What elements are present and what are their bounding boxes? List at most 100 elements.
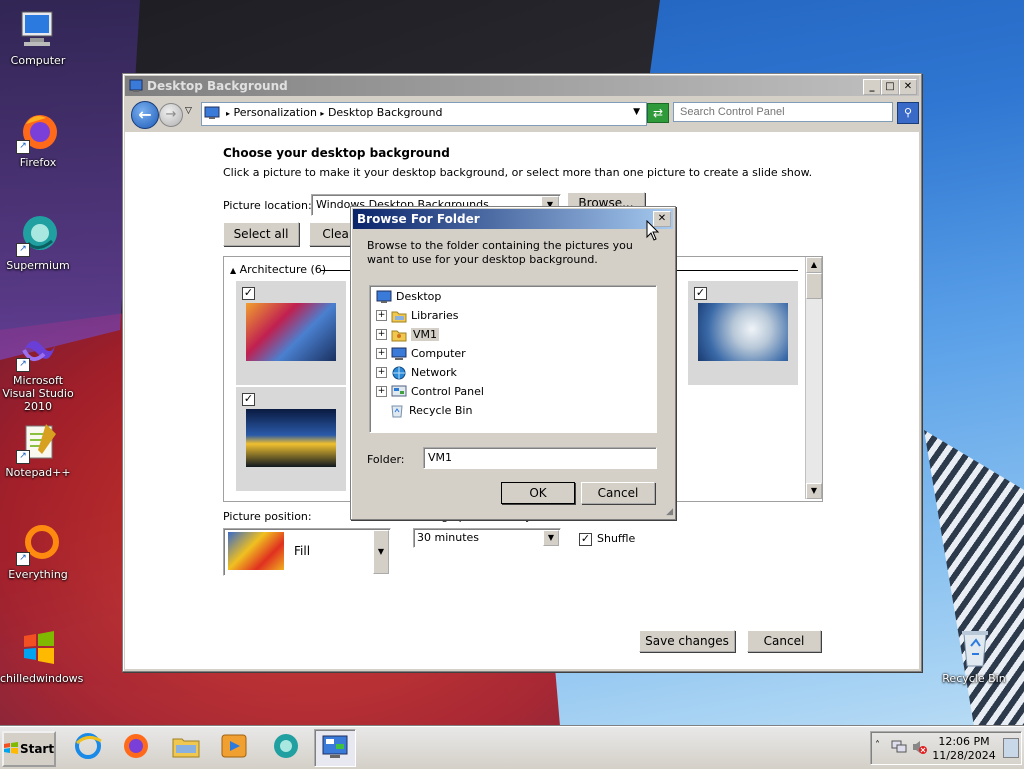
address-bar[interactable]: ▸ Personalization ▸ Desktop Background ▼ — [201, 102, 647, 126]
recycle-bin-icon — [952, 626, 996, 670]
dialog-cancel-button[interactable]: Cancel — [581, 482, 655, 504]
control-panel-icon — [320, 732, 350, 765]
shuffle-label[interactable]: Shuffle — [597, 532, 635, 545]
save-changes-button[interactable]: Save changes — [639, 630, 735, 652]
desktop-icon-firefox[interactable]: ↗ Firefox — [0, 110, 76, 169]
system-tray: ˄ 12:06 PM 11/28/2024 — [870, 731, 1022, 765]
desktop-icon-notepadpp[interactable]: ↗ Notepad++ — [0, 420, 76, 479]
desktop-icon-everything[interactable]: ↗ Everything — [0, 522, 76, 581]
taskbar-control-panel[interactable] — [314, 729, 356, 767]
desktop-icon-recycle-bin[interactable]: Recycle Bin — [936, 626, 1012, 685]
select-all-button[interactable]: Select all — [223, 222, 299, 246]
taskbar-firefox[interactable] — [116, 729, 156, 765]
refresh-button[interactable]: ⇄ — [647, 103, 669, 123]
ok-button[interactable]: OK — [501, 482, 575, 504]
scroll-down-button[interactable]: ▼ — [806, 483, 822, 499]
supermium-icon — [271, 731, 301, 764]
desktop-icon-computer[interactable]: Computer — [0, 8, 76, 67]
picture-checkbox[interactable]: ✓ — [694, 287, 707, 300]
tree-item-vm1[interactable]: + VM1 — [376, 325, 440, 344]
group-header[interactable]: ▲ Architecture (6) — [230, 263, 326, 276]
supermium-icon: ↗ — [16, 213, 60, 257]
clock-time[interactable]: 12:06 PM — [929, 735, 999, 748]
scroll-up-button[interactable]: ▲ — [806, 257, 822, 273]
taskbar-supermium[interactable] — [266, 729, 306, 765]
search-icon[interactable]: ⚲ — [897, 102, 919, 124]
forward-button[interactable]: → — [159, 103, 183, 127]
back-button[interactable]: ← — [131, 101, 159, 129]
folder-label: Folder: — [367, 453, 405, 466]
interval-value: 30 minutes — [417, 531, 480, 544]
close-button[interactable]: ✕ — [899, 79, 917, 95]
recycle-bin-icon — [389, 404, 405, 418]
user-folder-icon — [391, 328, 407, 342]
picture-tile[interactable]: ✓ — [236, 281, 346, 385]
group-label: Architecture (6) — [239, 263, 327, 276]
taskbar-explorer[interactable] — [166, 729, 206, 765]
resize-grip[interactable]: ◢ — [666, 507, 673, 517]
tree-item-desktop[interactable]: Desktop — [376, 287, 441, 306]
mouse-cursor-icon — [646, 219, 660, 245]
maximize-button[interactable]: □ — [881, 79, 899, 95]
chevron-down-icon[interactable]: ▼ — [543, 530, 559, 546]
tree-item-computer[interactable]: + Computer — [376, 344, 466, 363]
search-input[interactable] — [673, 102, 893, 122]
picture-checkbox[interactable]: ✓ — [242, 393, 255, 406]
taskbar-media-player[interactable] — [214, 729, 254, 765]
breadcrumb-personalization[interactable]: Personalization — [234, 106, 317, 119]
picture-position-value: Fill — [294, 544, 311, 558]
start-button[interactable]: Start — [2, 731, 56, 767]
libraries-icon — [391, 309, 407, 323]
windows-logo-icon — [16, 626, 60, 670]
network-icon[interactable] — [891, 739, 907, 758]
tree-item-network[interactable]: + Network — [376, 363, 457, 382]
desktop-icon-chilledwindows[interactable]: chilledwindows — [0, 626, 83, 685]
volume-muted-icon[interactable] — [911, 739, 927, 758]
show-hidden-icons-button[interactable]: ˄ — [875, 740, 880, 751]
page-description: Click a picture to make it your desktop … — [223, 166, 813, 179]
dialog-title: Browse For Folder — [357, 212, 480, 226]
folder-tree[interactable]: Desktop + Libraries + VM1 + Computer + N… — [369, 285, 657, 433]
expand-icon[interactable]: + — [376, 367, 387, 378]
tree-item-recycle-bin[interactable]: Recycle Bin — [389, 401, 472, 420]
tree-item-label: Recycle Bin — [409, 404, 473, 417]
desktop-icon-label: Computer — [10, 54, 66, 67]
clock-date[interactable]: 11/28/2024 — [929, 749, 999, 762]
tree-item-control-panel[interactable]: + Control Panel — [376, 382, 484, 401]
expand-icon[interactable]: + — [376, 310, 387, 321]
dialog-title-bar[interactable]: Browse For Folder ✕ — [353, 209, 673, 229]
cancel-button[interactable]: Cancel — [747, 630, 821, 652]
tree-item-label: Network — [411, 366, 457, 379]
shuffle-checkbox[interactable]: ✓ — [579, 533, 592, 546]
window-title-bar[interactable]: Desktop Background _ □ ✕ — [125, 76, 919, 96]
desktop-icon-label: Microsoft Visual Studio 2010 — [2, 374, 74, 413]
recent-pages-dropdown[interactable]: ▽ — [185, 106, 192, 116]
architecture-thumbnail — [698, 303, 788, 361]
picture-tile[interactable]: ✓ — [688, 281, 798, 385]
page-heading: Choose your desktop background — [223, 146, 450, 160]
window-title: Desktop Background — [147, 79, 288, 93]
expand-icon[interactable]: + — [376, 329, 387, 340]
taskbar-internet-explorer[interactable] — [68, 729, 108, 765]
expand-icon[interactable]: + — [376, 348, 387, 359]
folder-input[interactable]: VM1 — [423, 447, 657, 469]
dialog-description: Browse to the folder containing the pict… — [367, 239, 633, 266]
control-panel-icon — [129, 79, 143, 96]
tree-item-libraries[interactable]: + Libraries — [376, 306, 459, 325]
desktop-icon-visual-studio[interactable]: ↗ Microsoft Visual Studio 2010 — [0, 328, 76, 413]
scroll-thumb[interactable] — [806, 273, 822, 299]
breadcrumb-desktop-background[interactable]: Desktop Background — [328, 106, 443, 119]
chevron-down-icon[interactable]: ▼ — [373, 530, 389, 574]
picture-tile[interactable]: ✓ — [236, 387, 346, 491]
minimize-button[interactable]: _ — [863, 79, 881, 95]
show-desktop-button[interactable] — [1003, 738, 1019, 758]
picture-position-select[interactable]: Fill ▼ — [223, 528, 391, 576]
desktop-icon-label: chilledwindows — [0, 672, 84, 685]
desktop-icon-supermium[interactable]: ↗ Supermium — [0, 213, 76, 272]
gallery-scrollbar[interactable]: ▲ ▼ — [805, 257, 822, 499]
picture-checkbox[interactable]: ✓ — [242, 287, 255, 300]
interval-select[interactable]: 30 minutes ▼ — [413, 528, 561, 548]
address-dropdown-button[interactable]: ▼ — [633, 107, 640, 117]
expand-icon[interactable]: + — [376, 386, 387, 397]
desktop-icon-label: Everything — [8, 568, 68, 581]
